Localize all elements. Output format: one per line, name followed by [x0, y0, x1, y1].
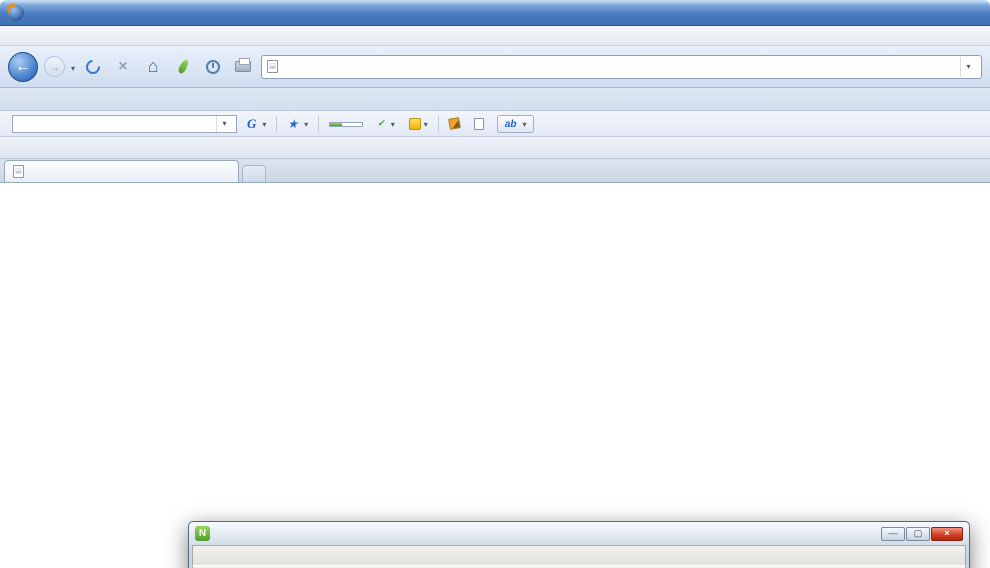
print-button[interactable] — [231, 54, 255, 80]
notepadpp-icon — [195, 526, 210, 541]
new-tab-button[interactable] — [242, 165, 266, 182]
printer-icon — [235, 61, 251, 72]
autofill-button[interactable] — [445, 116, 464, 131]
separator — [438, 116, 439, 132]
highlight-button[interactable] — [405, 116, 432, 132]
google-g-icon — [247, 116, 256, 132]
navigation-toolbar: ← → × ⌂ — [0, 46, 990, 88]
close-button[interactable]: × — [931, 527, 963, 541]
counter-button[interactable] — [470, 116, 491, 132]
tab-favicon — [13, 165, 24, 178]
note-icon — [474, 118, 484, 130]
url-bar[interactable] — [261, 55, 982, 79]
stop-button[interactable]: × — [111, 54, 135, 80]
back-button[interactable]: ← — [8, 52, 38, 82]
dropdown-arrow-icon[interactable] — [522, 118, 526, 130]
feather-icon — [176, 58, 189, 75]
clock-icon — [206, 60, 220, 74]
url-dropdown-arrow-icon[interactable] — [960, 57, 976, 77]
spellcheck-abc-icon — [377, 118, 385, 129]
minimize-button[interactable]: — — [881, 527, 905, 541]
page-content: — ▢ × — [0, 183, 990, 568]
translate-icon — [505, 118, 517, 130]
notepadpp-window[interactable]: — ▢ × — [188, 521, 970, 568]
bookmarks-bar — [0, 88, 990, 111]
history-clock-button[interactable] — [201, 54, 225, 80]
forward-button[interactable]: → — [44, 56, 65, 77]
page-favicon — [267, 60, 278, 73]
separator — [318, 116, 319, 132]
home-button[interactable]: ⌂ — [141, 54, 165, 80]
reload-icon — [83, 57, 103, 77]
firefox-menubar — [0, 26, 990, 46]
tab-bar — [0, 159, 990, 183]
firefox-titlebar — [0, 0, 990, 26]
pagerank-widget[interactable] — [325, 118, 367, 129]
search-dropdown-arrow-icon[interactable] — [216, 116, 232, 132]
google-toolbar: ★ — [0, 111, 990, 137]
dropdown-arrow-icon[interactable] — [391, 118, 395, 130]
google-search-button[interactable] — [243, 114, 270, 134]
pagerank-bar — [329, 122, 363, 127]
webdev-toolbar — [0, 137, 990, 159]
notepadpp-titlebar[interactable]: — ▢ × — [192, 522, 966, 545]
star-icon: ★ — [287, 117, 298, 131]
dropdown-arrow-icon[interactable] — [304, 118, 308, 130]
maximize-button[interactable]: ▢ — [906, 527, 930, 541]
browser-tab[interactable] — [4, 160, 239, 182]
window-controls: — ▢ × — [881, 527, 963, 541]
separator — [276, 116, 277, 132]
history-dropdown-arrow-icon[interactable] — [71, 58, 75, 76]
dropdown-arrow-icon[interactable] — [262, 118, 266, 130]
google-search-input[interactable] — [12, 115, 237, 133]
google-bookmarks-button[interactable]: ★ — [283, 115, 312, 133]
translate-button[interactable] — [497, 115, 535, 133]
spellcheck-button[interactable] — [373, 116, 399, 132]
dropdown-arrow-icon[interactable] — [424, 118, 428, 130]
pencil-icon — [448, 117, 461, 130]
marker-icon — [409, 118, 421, 130]
npp-menubar-items — [192, 545, 966, 565]
reload-button[interactable] — [81, 54, 105, 80]
firefox-icon — [8, 5, 24, 21]
feather-addon-button[interactable] — [171, 54, 195, 80]
